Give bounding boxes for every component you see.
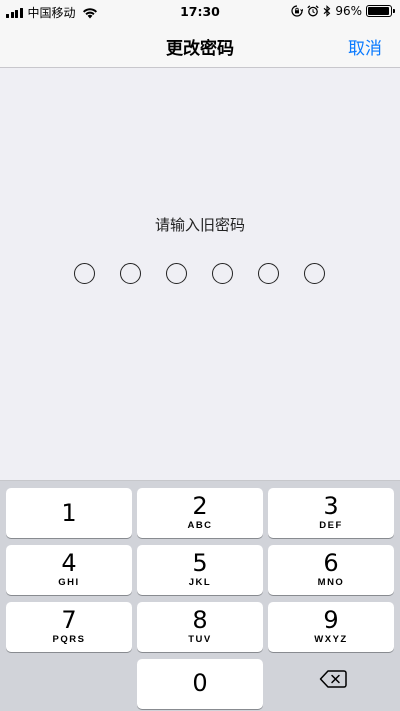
key-letters: WXYZ [314, 634, 348, 645]
key-3[interactable]: 3 DEF [268, 488, 394, 538]
key-9[interactable]: 9 WXYZ [268, 602, 394, 652]
key-letters: JKL [188, 577, 212, 588]
backspace-icon [319, 670, 347, 688]
passcode-dot [120, 263, 141, 284]
numeric-keypad: 1 2 ABC 3 DEF 4 GHI 5 JKL 6 MNO 7 PQRS 8… [0, 480, 400, 711]
status-bar: 中国移动 17:30 96% [0, 0, 400, 24]
bluetooth-icon [323, 5, 331, 17]
key-1[interactable]: 1 [6, 488, 132, 538]
key-letters: PQRS [52, 634, 86, 645]
key-7[interactable]: 7 PQRS [6, 602, 132, 652]
alarm-icon [307, 5, 319, 17]
key-letters: TUV [188, 634, 212, 645]
passcode-dot [258, 263, 279, 284]
key-digit: 8 [192, 606, 208, 634]
key-digit: 7 [61, 606, 77, 634]
key-2[interactable]: 2 ABC [137, 488, 263, 538]
key-digit: 3 [323, 492, 339, 520]
battery-fill [368, 7, 389, 15]
nav-bar: 更改密码 取消 [0, 24, 400, 68]
rotation-lock-icon [291, 5, 304, 17]
key-digit: 6 [323, 549, 339, 577]
key-6[interactable]: 6 MNO [268, 545, 394, 595]
key-digit: 5 [192, 549, 208, 577]
key-letters: MNO [317, 577, 345, 588]
key-digit: 1 [61, 499, 77, 527]
passcode-dot [74, 263, 95, 284]
passcode-dot [212, 263, 233, 284]
key-digit: 2 [192, 492, 208, 520]
key-letters: ABC [187, 520, 213, 531]
passcode-dot [166, 263, 187, 284]
status-right: 96% [291, 4, 395, 18]
delete-button[interactable] [270, 654, 396, 704]
key-digit: 4 [61, 549, 77, 577]
key-letters: GHI [58, 577, 80, 588]
page-title: 更改密码 [166, 39, 234, 59]
key-5[interactable]: 5 JKL [137, 545, 263, 595]
passcode-dots [74, 263, 325, 284]
key-8[interactable]: 8 TUV [137, 602, 263, 652]
battery-tip [393, 9, 395, 13]
key-0[interactable]: 0 [137, 659, 263, 709]
key-digit: 9 [323, 606, 339, 634]
key-letters: DEF [319, 520, 343, 531]
cancel-button[interactable]: 取消 [348, 34, 382, 59]
key-4[interactable]: 4 GHI [6, 545, 132, 595]
passcode-dot [304, 263, 325, 284]
key-digit: 0 [192, 669, 208, 697]
battery-icon [366, 5, 395, 17]
battery-percent: 96% [335, 4, 362, 18]
passcode-prompt: 请输入旧密码 [154, 216, 245, 234]
